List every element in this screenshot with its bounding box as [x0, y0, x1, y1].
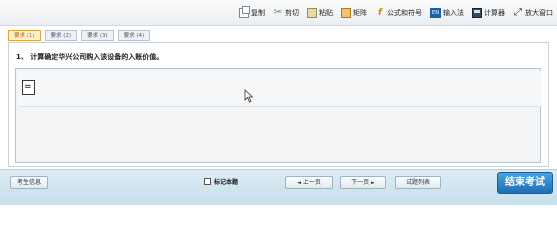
copy-icon	[239, 5, 250, 18]
tab-requirement-1[interactable]: 要求 (1)	[8, 30, 41, 41]
formula-button[interactable]: f 公式和符号	[375, 8, 422, 18]
tab-requirement-2[interactable]: 要求 (2)	[44, 30, 78, 41]
exam-window: 复制 ✂ 剪切 粘贴 矩阵 f 公式和符号 EN 输入法 计算器 ⤢ 放大窗口	[0, 0, 557, 205]
left-arrow-icon: ◄	[297, 180, 301, 186]
right-arrow-icon: ►	[371, 180, 375, 186]
next-page-button[interactable]: 下一页 ►	[340, 176, 386, 189]
candinfo-button[interactable]: 考生信息	[10, 176, 48, 189]
paste-icon	[307, 7, 317, 18]
matrix-button[interactable]: 矩阵	[341, 7, 367, 18]
zoom-icon: ⤢	[514, 6, 522, 18]
calculator-icon	[472, 7, 482, 18]
matrix-label: 矩阵	[353, 8, 367, 17]
prev-page-label: 上一页	[302, 179, 321, 186]
mark-question[interactable]: 标记本题	[204, 177, 238, 186]
cut-icon: ✂	[273, 6, 283, 18]
tab-requirement-4[interactable]: 要求 (4)	[117, 30, 151, 41]
formula-label: 公式和符号	[387, 8, 422, 17]
answer-area[interactable]: =	[15, 68, 542, 163]
toolbar: 复制 ✂ 剪切 粘贴 矩阵 f 公式和符号 EN 输入法 计算器 ⤢ 放大窗口	[0, 0, 557, 26]
question-text: 1、 计算确定华兴公司购入该设备的入账价值。	[16, 53, 164, 61]
ime-label: 输入法	[443, 8, 464, 17]
ime-icon: EN	[430, 7, 441, 18]
question-panel: 1、 计算确定华兴公司购入该设备的入账价值。 =	[8, 42, 549, 167]
prev-page-button[interactable]: ◄ 上一页	[285, 176, 333, 189]
zoom-label: 放大窗口	[525, 8, 553, 17]
mark-checkbox[interactable]	[204, 178, 211, 185]
copy-button[interactable]: 复制	[239, 5, 265, 18]
mark-label: 标记本题	[214, 179, 239, 186]
zoom-window-button[interactable]: ⤢ 放大窗口	[513, 6, 553, 18]
end-exam-button[interactable]: 结束考试	[497, 172, 553, 194]
mouse-pointer-icon	[244, 89, 254, 103]
cut-label: 剪切	[285, 8, 299, 17]
requirement-tabs: 要求 (1) 要求 (2) 要求 (3) 要求 (4)	[8, 30, 151, 41]
paste-label: 粘贴	[319, 8, 333, 17]
ime-button[interactable]: EN 输入法	[430, 7, 464, 18]
formula-icon: f	[378, 7, 382, 18]
cut-button[interactable]: ✂ 剪切	[273, 6, 299, 18]
calculator-label: 计算器	[484, 8, 505, 17]
tab-requirement-3[interactable]: 要求 (3)	[81, 30, 114, 41]
answer-box[interactable]: =	[18, 71, 542, 107]
calculator-button[interactable]: 计算器	[472, 7, 505, 18]
next-page-label: 下一页	[351, 179, 370, 186]
question-list-button[interactable]: 试题列表	[395, 176, 441, 189]
answer-input[interactable]: =	[22, 80, 35, 95]
matrix-icon	[341, 7, 351, 18]
paste-button[interactable]: 粘贴	[307, 7, 333, 18]
copy-label: 复制	[251, 8, 265, 17]
bottom-bar: 考生信息 标记本题 ◄ 上一页 下一页 ► 试题列表 结束考试	[0, 169, 557, 205]
